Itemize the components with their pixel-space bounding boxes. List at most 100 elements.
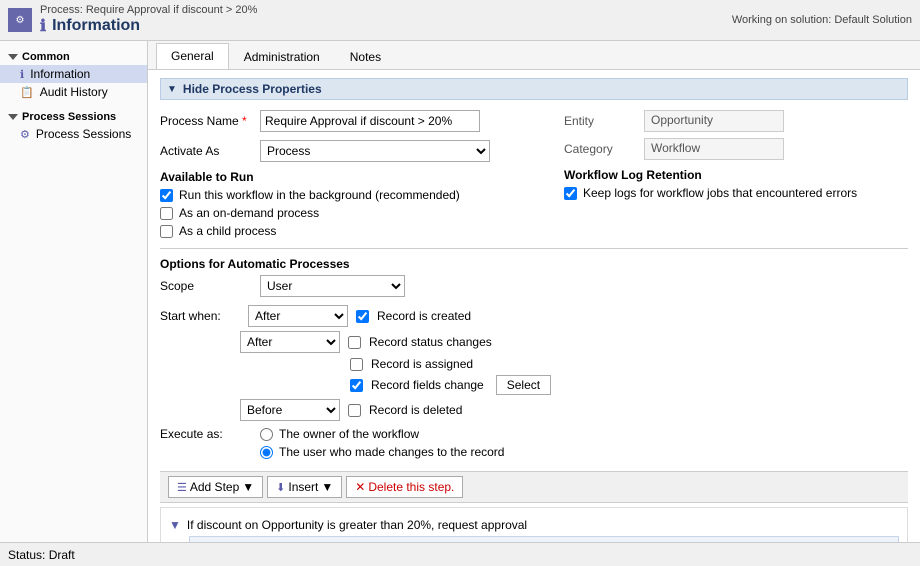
step-header-row: ▼ If discount on Opportunity is greater … bbox=[169, 514, 899, 536]
scope-label: Scope bbox=[160, 279, 260, 293]
section-collapse-btn[interactable]: ▼ bbox=[167, 84, 177, 95]
page-title: ℹ Information bbox=[40, 16, 257, 36]
checkbox-child-process: As a child process bbox=[160, 224, 504, 238]
start-when-row1: Start when: After Before Record is creat… bbox=[160, 305, 908, 327]
process-icon: ⚙ bbox=[8, 8, 32, 32]
form-two-col: Process Name Activate As Process Task Fl… bbox=[160, 110, 908, 242]
tab-notes[interactable]: Notes bbox=[335, 44, 396, 69]
radio-user-label: The user who made changes to the record bbox=[279, 445, 504, 459]
execute-as-row: Execute as: The owner of the workflow Th… bbox=[160, 427, 908, 463]
sidebar: Common ℹ Information 📋 Audit History Pro… bbox=[0, 41, 148, 542]
start-when-dropdown3[interactable]: Before After bbox=[240, 399, 340, 421]
execute-as-label: Execute as: bbox=[160, 427, 260, 441]
add-step-chevron: ▼ bbox=[242, 480, 254, 494]
process-label: Process: Require Approval if discount > … bbox=[40, 4, 257, 16]
status-bar: Status: Draft bbox=[0, 542, 920, 566]
tab-general[interactable]: General bbox=[156, 43, 229, 69]
start-when-row3: Record is assigned bbox=[160, 357, 908, 371]
workflow-log-checkbox[interactable] bbox=[564, 187, 577, 200]
header-title-block: Process: Require Approval if discount > … bbox=[40, 4, 257, 36]
start-when-row2: After Before Record status changes bbox=[160, 331, 908, 353]
delete-step-button[interactable]: ✕ Delete this step. bbox=[346, 476, 463, 498]
add-step-icon: ☰ bbox=[177, 481, 187, 494]
record-created-label: Record is created bbox=[377, 309, 471, 323]
start-when-label: Start when: bbox=[160, 309, 240, 323]
audit-nav-icon: 📋 bbox=[20, 86, 34, 99]
sidebar-item-information[interactable]: ℹ Information bbox=[0, 65, 147, 83]
record-created-checkbox[interactable] bbox=[356, 310, 369, 323]
activate-as-label: Activate As bbox=[160, 144, 260, 158]
category-value: Workflow bbox=[644, 138, 784, 160]
start-when-row5: Before After Record is deleted bbox=[160, 399, 908, 421]
bg-workflow-checkbox[interactable] bbox=[160, 189, 173, 202]
record-assigned-checkbox[interactable] bbox=[350, 358, 363, 371]
activate-as-row: Activate As Process Task Flow bbox=[160, 140, 504, 162]
working-on-label: Working on solution: Default Solution bbox=[732, 14, 912, 26]
execute-as-options: The owner of the workflow The user who m… bbox=[260, 427, 504, 463]
on-demand-checkbox[interactable] bbox=[160, 207, 173, 220]
entity-label: Entity bbox=[564, 114, 644, 128]
radio-row2: The user who made changes to the record bbox=[260, 445, 504, 459]
entity-row: Entity Opportunity bbox=[564, 110, 908, 132]
main-layout: Common ℹ Information 📋 Audit History Pro… bbox=[0, 41, 920, 542]
action-bar: ☰ Add Step ▼ ⬇ Insert ▼ ✕ Delete this st… bbox=[160, 471, 908, 503]
process-sessions-header[interactable]: Process Sessions bbox=[0, 107, 147, 125]
process-name-label: Process Name bbox=[160, 114, 260, 128]
record-fields-checkbox[interactable] bbox=[350, 379, 363, 392]
insert-icon: ⬇ bbox=[276, 481, 285, 494]
add-step-button[interactable]: ☰ Add Step ▼ bbox=[168, 476, 263, 498]
on-demand-label: As an on-demand process bbox=[179, 206, 319, 220]
child-process-label: As a child process bbox=[179, 224, 276, 238]
record-deleted-checkbox[interactable] bbox=[348, 404, 361, 417]
scope-row: Scope User Business Unit Parent: Child B… bbox=[160, 275, 908, 297]
radio-owner-label: The owner of the workflow bbox=[279, 427, 419, 441]
select-button[interactable]: Select bbox=[496, 375, 551, 395]
workflow-log-label: Keep logs for workflow jobs that encount… bbox=[583, 186, 857, 200]
sidebar-item-process-sessions[interactable]: ⚙ Process Sessions bbox=[0, 125, 147, 143]
start-when-row4: Record fields change Select bbox=[160, 375, 908, 395]
scope-select[interactable]: User Business Unit Parent: Child Busines… bbox=[260, 275, 405, 297]
insert-chevron: ▼ bbox=[321, 480, 333, 494]
tabs-bar: General Administration Notes bbox=[148, 41, 920, 70]
info-icon: ℹ bbox=[40, 16, 46, 36]
form-col-left: Process Name Activate As Process Task Fl… bbox=[160, 110, 504, 242]
step-condition-detail: If Opportunity:Opportunity Discount (%) … bbox=[189, 536, 899, 542]
top-header: ⚙ Process: Require Approval if discount … bbox=[0, 0, 920, 41]
process-name-input[interactable] bbox=[260, 110, 480, 132]
category-row: Category Workflow bbox=[564, 138, 908, 160]
radio-row1: The owner of the workflow bbox=[260, 427, 504, 441]
bg-workflow-label: Run this workflow in the background (rec… bbox=[179, 188, 460, 202]
common-section-header[interactable]: Common bbox=[0, 47, 147, 65]
status-label: Status: Draft bbox=[8, 548, 75, 562]
record-status-label: Record status changes bbox=[369, 335, 492, 349]
child-process-checkbox[interactable] bbox=[160, 225, 173, 238]
radio-owner[interactable] bbox=[260, 428, 273, 441]
step-condition-label: If discount on Opportunity is greater th… bbox=[187, 518, 527, 532]
workflow-log-checkbox-row: Keep logs for workflow jobs that encount… bbox=[564, 186, 908, 200]
start-when-dropdown2[interactable]: After Before bbox=[240, 331, 340, 353]
tab-content-general: ▼ Hide Process Properties Process Name A… bbox=[148, 70, 920, 542]
workflow-log-title: Workflow Log Retention bbox=[564, 168, 908, 182]
common-collapse-icon bbox=[8, 54, 18, 60]
options-title: Options for Automatic Processes bbox=[160, 257, 908, 271]
content-area: General Administration Notes ▼ Hide Proc… bbox=[148, 41, 920, 542]
record-status-checkbox[interactable] bbox=[348, 336, 361, 349]
category-label: Category bbox=[564, 142, 644, 156]
workflow-steps-area: ▼ If discount on Opportunity is greater … bbox=[160, 507, 908, 542]
step-indent-area: If Opportunity:Opportunity Discount (%) … bbox=[169, 536, 899, 542]
insert-button[interactable]: ⬇ Insert ▼ bbox=[267, 476, 342, 498]
step-collapse-icon[interactable]: ▼ bbox=[169, 518, 181, 532]
activate-as-select[interactable]: Process Task Flow bbox=[260, 140, 490, 162]
start-when-dropdown1[interactable]: After Before bbox=[248, 305, 348, 327]
condition-link[interactable]: Opportunity:Opportunity Discount (%) bbox=[206, 540, 405, 542]
tab-administration[interactable]: Administration bbox=[229, 44, 335, 69]
section-header-process-properties: ▼ Hide Process Properties bbox=[160, 78, 908, 100]
divider1 bbox=[160, 248, 908, 249]
form-col-right: Entity Opportunity Category Workflow Wor… bbox=[524, 110, 908, 242]
process-name-row: Process Name bbox=[160, 110, 504, 132]
record-assigned-label: Record is assigned bbox=[371, 357, 473, 371]
entity-value: Opportunity bbox=[644, 110, 784, 132]
radio-user[interactable] bbox=[260, 446, 273, 459]
sidebar-item-audit-history[interactable]: 📋 Audit History bbox=[0, 83, 147, 101]
process-sessions-collapse-icon bbox=[8, 114, 18, 120]
